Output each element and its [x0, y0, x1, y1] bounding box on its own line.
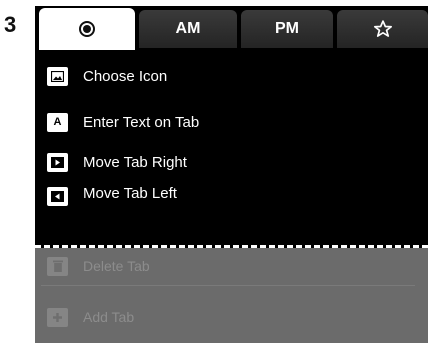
- tab-am-label: AM: [175, 20, 201, 37]
- add-tab-label: Add Tab: [83, 309, 135, 325]
- menu-item-move-left[interactable]: Move Tab Left: [47, 184, 177, 208]
- menu-item-enter-text[interactable]: A Enter Text on Tab: [47, 107, 199, 137]
- menu-item-move-right[interactable]: Move Tab Right: [47, 147, 187, 177]
- trash-icon: [47, 256, 68, 276]
- device-screen: AM PM Choose Icon A Enter Text on Tab Mo…: [35, 6, 428, 343]
- tab-pm[interactable]: PM: [241, 10, 333, 48]
- tab-bar: AM PM: [35, 6, 428, 50]
- delete-tab-label: Delete Tab: [83, 258, 150, 274]
- menu-item-label: Move Tab Right: [83, 153, 187, 171]
- menu-item-choose-icon[interactable]: Choose Icon: [47, 61, 167, 91]
- tab-favorites[interactable]: [337, 10, 428, 48]
- tab-am[interactable]: AM: [139, 10, 237, 48]
- tab-record[interactable]: [39, 8, 135, 50]
- star-icon: [373, 19, 393, 39]
- screen-root: 3 AM PM Choose Icon A Enter Text on Tab …: [0, 0, 436, 345]
- step-number: 3: [4, 12, 17, 37]
- delete-tab-button[interactable]: Delete Tab: [47, 252, 150, 280]
- disabled-actions: Delete Tab Add Tab: [35, 248, 428, 343]
- menu-item-label: Move Tab Left: [83, 184, 177, 202]
- menu-item-label: Choose Icon: [83, 67, 168, 85]
- letter-a-icon: A: [47, 112, 68, 132]
- separator-line: [41, 285, 415, 286]
- tab-options-menu: Choose Icon A Enter Text on Tab Move Tab…: [35, 50, 428, 276]
- menu-item-label: Enter Text on Tab: [83, 113, 200, 131]
- move-right-icon: [47, 152, 68, 172]
- image-icon: [47, 66, 68, 86]
- add-tab-button[interactable]: Add Tab: [47, 303, 134, 331]
- plus-icon: [47, 307, 68, 327]
- tab-pm-label: PM: [275, 20, 299, 37]
- record-icon: [79, 21, 95, 37]
- move-left-icon: [47, 186, 68, 206]
